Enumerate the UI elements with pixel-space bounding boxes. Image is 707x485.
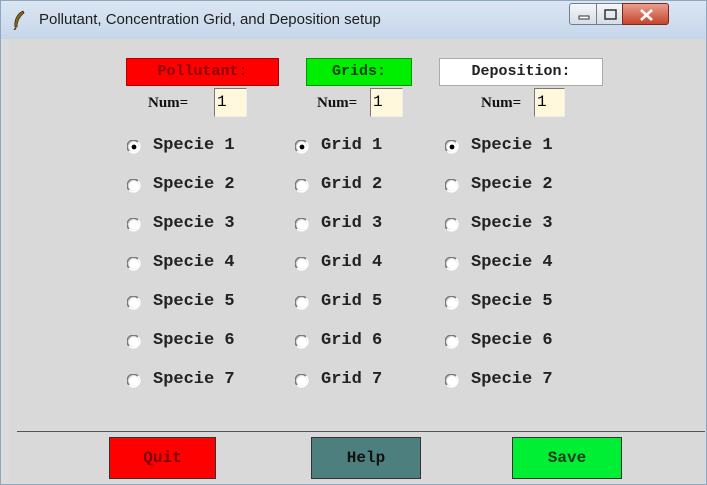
grid-option-label: Grid 6 xyxy=(321,331,383,350)
window-title: Pollutant, Concentration Grid, and Depos… xyxy=(39,11,381,28)
grids-header-button[interactable]: Grids: xyxy=(306,58,412,86)
minimize-icon xyxy=(578,15,590,20)
pollutant-option-label: Specie 3 xyxy=(153,214,235,233)
radio-button-icon[interactable] xyxy=(295,179,309,193)
help-button[interactable]: Help xyxy=(311,437,421,479)
close-icon xyxy=(640,9,653,21)
radio-button-icon[interactable] xyxy=(127,218,141,232)
pollutant-option-label: Specie 1 xyxy=(153,136,235,155)
grids-num-input[interactable]: 1 xyxy=(370,88,403,117)
quit-button[interactable]: Quit xyxy=(109,437,216,479)
deposition-option-label: Specie 6 xyxy=(471,331,553,350)
radio-button-icon[interactable] xyxy=(295,335,309,349)
radio-button-icon[interactable] xyxy=(445,296,459,310)
radio-button-icon[interactable] xyxy=(445,140,459,154)
app-window: Pollutant, Concentration Grid, and Depos… xyxy=(0,0,707,485)
grid-option-label: Grid 3 xyxy=(321,214,383,233)
deposition-num-input[interactable]: 1 xyxy=(534,88,565,117)
pollutant-option-label: Specie 5 xyxy=(153,292,235,311)
deposition-option-label: Specie 1 xyxy=(471,136,553,155)
radio-button-icon[interactable] xyxy=(445,335,459,349)
pollutant-num-label: Num= xyxy=(148,95,189,111)
pollutant-num-input[interactable]: 1 xyxy=(214,88,247,117)
pollutant-option-label: Specie 6 xyxy=(153,331,235,350)
pollutant-option-label: Specie 2 xyxy=(153,175,235,194)
feather-icon xyxy=(13,10,25,30)
grid-option-label: Grid 7 xyxy=(321,370,383,389)
radio-button-icon[interactable] xyxy=(295,296,309,310)
radio-button-icon[interactable] xyxy=(445,218,459,232)
radio-button-icon[interactable] xyxy=(127,296,141,310)
separator-line xyxy=(17,431,705,432)
grid-option-label: Grid 2 xyxy=(321,175,383,194)
radio-button-icon[interactable] xyxy=(295,257,309,271)
grids-num-label: Num= xyxy=(317,95,358,111)
save-button[interactable]: Save xyxy=(512,437,622,479)
maximize-button[interactable] xyxy=(596,3,623,25)
deposition-header-button[interactable]: Deposition: xyxy=(439,58,603,86)
radio-button-icon[interactable] xyxy=(127,140,141,154)
radio-button-icon[interactable] xyxy=(295,218,309,232)
grid-option-label: Grid 4 xyxy=(321,253,383,272)
radio-button-icon[interactable] xyxy=(445,257,459,271)
pollutant-option-label: Specie 4 xyxy=(153,253,235,272)
deposition-option-label: Specie 2 xyxy=(471,175,553,194)
radio-button-icon[interactable] xyxy=(295,140,309,154)
radio-button-icon[interactable] xyxy=(127,374,141,388)
radio-button-icon[interactable] xyxy=(127,257,141,271)
title-bar[interactable]: Pollutant, Concentration Grid, and Depos… xyxy=(1,1,706,39)
deposition-option-label: Specie 3 xyxy=(471,214,553,233)
client-area: Pollutant: Grids: Deposition: Num= 1 Num… xyxy=(9,39,706,484)
deposition-num-label: Num= xyxy=(481,95,522,111)
radio-button-icon[interactable] xyxy=(295,374,309,388)
radio-button-icon[interactable] xyxy=(127,335,141,349)
deposition-option-label: Specie 5 xyxy=(471,292,553,311)
radio-button-icon[interactable] xyxy=(445,179,459,193)
grid-option-label: Grid 5 xyxy=(321,292,383,311)
minimize-button[interactable] xyxy=(569,3,597,25)
grid-option-label: Grid 1 xyxy=(321,136,383,155)
pollutant-header-button[interactable]: Pollutant: xyxy=(126,58,279,86)
deposition-option-label: Specie 4 xyxy=(471,253,553,272)
pollutant-option-label: Specie 7 xyxy=(153,370,235,389)
maximize-icon xyxy=(604,9,617,20)
close-button[interactable] xyxy=(622,3,669,25)
radio-button-icon[interactable] xyxy=(445,374,459,388)
radio-button-icon[interactable] xyxy=(127,179,141,193)
deposition-option-label: Specie 7 xyxy=(471,370,553,389)
